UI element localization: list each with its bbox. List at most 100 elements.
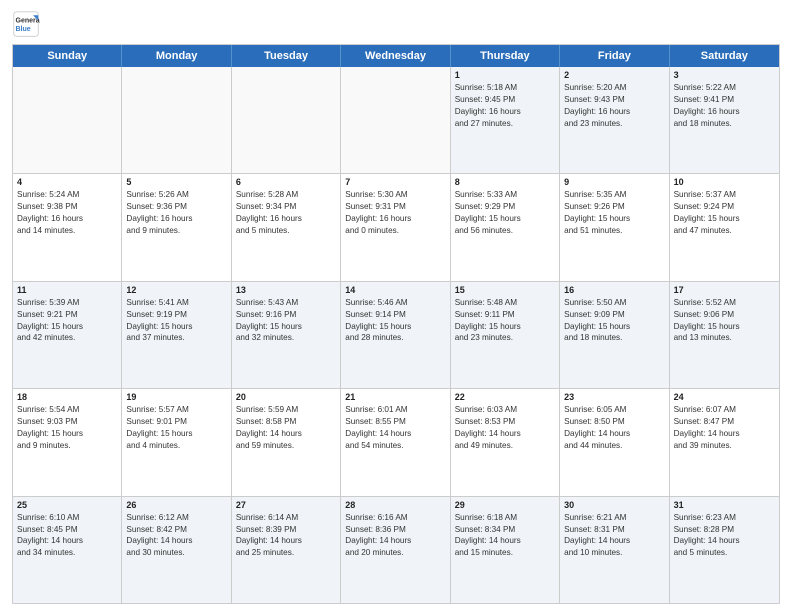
cell-text-line: and 0 minutes. (345, 225, 445, 237)
cell-text-line: Sunset: 9:41 PM (674, 94, 775, 106)
day-number: 26 (126, 500, 226, 510)
cell-text-line: and 9 minutes. (17, 440, 117, 452)
cell-text-line: and 10 minutes. (564, 547, 664, 559)
cell-text-line: and 34 minutes. (17, 547, 117, 559)
cell-text-line: and 27 minutes. (455, 118, 555, 130)
header-cell-saturday: Saturday (670, 45, 779, 67)
cell-text-line: Sunrise: 5:24 AM (17, 189, 117, 201)
cal-cell-day-21: 21Sunrise: 6:01 AMSunset: 8:55 PMDayligh… (341, 389, 450, 495)
day-number: 23 (564, 392, 664, 402)
cell-text-line: and 23 minutes. (455, 332, 555, 344)
cal-cell-day-24: 24Sunrise: 6:07 AMSunset: 8:47 PMDayligh… (670, 389, 779, 495)
cell-text-line: Sunset: 8:36 PM (345, 524, 445, 536)
cell-text-line: Sunrise: 5:30 AM (345, 189, 445, 201)
cell-text-line: Sunset: 8:45 PM (17, 524, 117, 536)
cell-text-line: Sunset: 9:11 PM (455, 309, 555, 321)
cal-cell-day-10: 10Sunrise: 5:37 AMSunset: 9:24 PMDayligh… (670, 174, 779, 280)
header-cell-tuesday: Tuesday (232, 45, 341, 67)
day-number: 17 (674, 285, 775, 295)
day-number: 14 (345, 285, 445, 295)
day-number: 21 (345, 392, 445, 402)
cell-text-line: Sunrise: 5:28 AM (236, 189, 336, 201)
cal-cell-day-27: 27Sunrise: 6:14 AMSunset: 8:39 PMDayligh… (232, 497, 341, 603)
cell-text-line: Sunset: 8:28 PM (674, 524, 775, 536)
cell-text-line: Sunset: 9:26 PM (564, 201, 664, 213)
cal-cell-day-9: 9Sunrise: 5:35 AMSunset: 9:26 PMDaylight… (560, 174, 669, 280)
cell-text-line: and 56 minutes. (455, 225, 555, 237)
cell-text-line: Daylight: 16 hours (17, 213, 117, 225)
cell-text-line: Sunrise: 5:59 AM (236, 404, 336, 416)
cell-text-line: Daylight: 14 hours (236, 428, 336, 440)
cell-text-line: Daylight: 14 hours (17, 535, 117, 547)
cell-text-line: Daylight: 15 hours (17, 321, 117, 333)
cell-text-line: Daylight: 14 hours (674, 535, 775, 547)
cell-text-line: Daylight: 14 hours (674, 428, 775, 440)
cell-text-line: Daylight: 15 hours (17, 428, 117, 440)
cell-text-line: Sunrise: 6:07 AM (674, 404, 775, 416)
cell-text-line: and 18 minutes. (564, 332, 664, 344)
calendar: SundayMondayTuesdayWednesdayThursdayFrid… (12, 44, 780, 604)
cell-text-line: Sunrise: 5:35 AM (564, 189, 664, 201)
svg-text:Blue: Blue (16, 26, 31, 33)
cell-text-line: Sunset: 9:43 PM (564, 94, 664, 106)
day-number: 12 (126, 285, 226, 295)
page: General Blue SundayMondayTuesdayWednesda… (0, 0, 792, 612)
cell-text-line: and 42 minutes. (17, 332, 117, 344)
cal-cell-day-19: 19Sunrise: 5:57 AMSunset: 9:01 PMDayligh… (122, 389, 231, 495)
cell-text-line: Sunrise: 5:37 AM (674, 189, 775, 201)
day-number: 31 (674, 500, 775, 510)
logo-icon: General Blue (12, 10, 40, 38)
cell-text-line: Sunset: 8:39 PM (236, 524, 336, 536)
day-number: 16 (564, 285, 664, 295)
cell-text-line: Daylight: 16 hours (236, 213, 336, 225)
day-number: 30 (564, 500, 664, 510)
day-number: 28 (345, 500, 445, 510)
cell-text-line: Daylight: 16 hours (674, 106, 775, 118)
cell-text-line: Sunset: 8:47 PM (674, 416, 775, 428)
day-number: 11 (17, 285, 117, 295)
cal-cell-empty-0-1 (122, 67, 231, 173)
cell-text-line: Sunset: 8:58 PM (236, 416, 336, 428)
cell-text-line: and 39 minutes. (674, 440, 775, 452)
cell-text-line: Daylight: 14 hours (564, 535, 664, 547)
cell-text-line: Sunset: 8:55 PM (345, 416, 445, 428)
cal-cell-day-2: 2Sunrise: 5:20 AMSunset: 9:43 PMDaylight… (560, 67, 669, 173)
cal-cell-day-13: 13Sunrise: 5:43 AMSunset: 9:16 PMDayligh… (232, 282, 341, 388)
day-number: 6 (236, 177, 336, 187)
cal-cell-day-4: 4 Sunrise: 5:24 AMSunset: 9:38 PMDaylight… (13, 174, 122, 280)
cell-text-line: Sunset: 9:19 PM (126, 309, 226, 321)
calendar-week-4: 25Sunrise: 6:10 AMSunset: 8:45 PMDayligh… (13, 497, 779, 603)
cell-text-line: and 28 minutes. (345, 332, 445, 344)
cell-text-line: Sunset: 9:45 PM (455, 94, 555, 106)
cal-cell-day-29: 29Sunrise: 6:18 AMSunset: 8:34 PMDayligh… (451, 497, 560, 603)
cal-cell-day-23: 23Sunrise: 6:05 AMSunset: 8:50 PMDayligh… (560, 389, 669, 495)
cell-text-line: Sunset: 9:38 PM (17, 201, 117, 213)
cell-text-line: Sunrise: 5:39 AM (17, 297, 117, 309)
day-number: 4 (17, 177, 117, 187)
cal-cell-day-7: 7Sunrise: 5:30 AMSunset: 9:31 PMDaylight… (341, 174, 450, 280)
calendar-week-2: 11Sunrise: 5:39 AMSunset: 9:21 PMDayligh… (13, 282, 779, 389)
cell-text-line: Sunset: 9:29 PM (455, 201, 555, 213)
day-number: 10 (674, 177, 775, 187)
cell-text-line: Sunrise: 5:54 AM (17, 404, 117, 416)
cell-text-line: and 49 minutes. (455, 440, 555, 452)
cell-text-line: Sunrise: 6:10 AM (17, 512, 117, 524)
cal-cell-day-18: 18Sunrise: 5:54 AMSunset: 9:03 PMDayligh… (13, 389, 122, 495)
cell-text-line: and 5 minutes. (236, 225, 336, 237)
cell-text-line: and 51 minutes. (564, 225, 664, 237)
cell-text-line: Sunrise: 6:23 AM (674, 512, 775, 524)
cell-text-line: Sunrise: 5:26 AM (126, 189, 226, 201)
cal-cell-day-5: 5Sunrise: 5:26 AMSunset: 9:36 PMDaylight… (122, 174, 231, 280)
cell-text-line: Daylight: 15 hours (455, 213, 555, 225)
cell-text-line: Sunset: 9:34 PM (236, 201, 336, 213)
day-number: 25 (17, 500, 117, 510)
day-number: 13 (236, 285, 336, 295)
day-number: 27 (236, 500, 336, 510)
cal-cell-empty-0-0 (13, 67, 122, 173)
day-number: 9 (564, 177, 664, 187)
cell-text-line: Sunset: 8:34 PM (455, 524, 555, 536)
cell-text-line: Sunrise: 6:03 AM (455, 404, 555, 416)
cell-text-line: Sunrise: 5:20 AM (564, 82, 664, 94)
cal-cell-day-20: 20Sunrise: 5:59 AMSunset: 8:58 PMDayligh… (232, 389, 341, 495)
cal-cell-empty-0-2 (232, 67, 341, 173)
